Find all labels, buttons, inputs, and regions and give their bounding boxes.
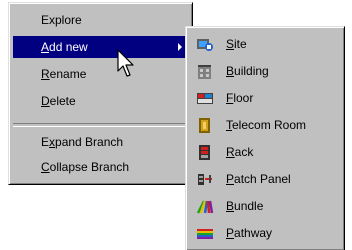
menu-item-label: Delete [41, 94, 76, 108]
menu-separator [13, 123, 188, 127]
menu-item-collapse-branch[interactable]: Collapse Branch [13, 156, 188, 178]
submenu-item-label: Building [226, 64, 269, 78]
menu-item-label: Add new [41, 40, 88, 54]
submenu-item-label: Site [226, 37, 247, 51]
submenu-item-label: Bundle [226, 199, 264, 213]
menu-item-label: Explore [41, 13, 82, 27]
patch-panel-icon [198, 174, 212, 185]
mouse-cursor-icon [117, 49, 134, 77]
submenu-item-floor[interactable]: Floor [190, 85, 340, 112]
menu-item-label: Collapse Branch [41, 160, 130, 174]
pathway-icon [197, 229, 213, 239]
submenu-item-label: Floor [226, 91, 254, 105]
submenu-item-label: Rack [226, 145, 254, 159]
submenu-item-label: Telecom Room [226, 118, 307, 132]
menu-item-rename[interactable]: Rename [13, 63, 188, 85]
menu-item-explore[interactable]: Explore [13, 9, 188, 31]
submenu-item-bundle[interactable]: Bundle [190, 193, 340, 220]
submenu-item-label: Pathway [226, 226, 273, 240]
rack-icon [199, 145, 210, 160]
menu-item-label: Expand Branch [41, 135, 124, 149]
submenu-item-pathway[interactable]: Pathway [190, 220, 340, 247]
menu-item-add-new[interactable]: Add new [13, 36, 188, 58]
telecom-room-icon [199, 118, 210, 133]
bundle-icon [196, 200, 214, 214]
menu-item-expand-branch[interactable]: Expand Branch [13, 131, 188, 153]
submenu-item-rack[interactable]: Rack [190, 139, 340, 166]
submenu-item-telecom-room[interactable]: Telecom Room [190, 112, 340, 139]
context-menu: Explore Add new Rename Delete Expand Bra… [8, 2, 193, 185]
floor-icon [197, 93, 213, 104]
submenu-arrow-icon [178, 43, 182, 51]
menu-item-label: Rename [41, 67, 87, 81]
add-new-submenu: Site Building Floor Telecom Room Rack Pa… [185, 26, 345, 250]
submenu-item-building[interactable]: Building [190, 58, 340, 85]
submenu-item-label: Patch Panel [226, 172, 291, 186]
submenu-item-site[interactable]: Site [190, 31, 340, 58]
site-icon [197, 39, 213, 51]
menu-item-delete[interactable]: Delete [13, 90, 188, 112]
building-icon [198, 65, 211, 79]
submenu-item-patch-panel[interactable]: Patch Panel [190, 166, 340, 193]
